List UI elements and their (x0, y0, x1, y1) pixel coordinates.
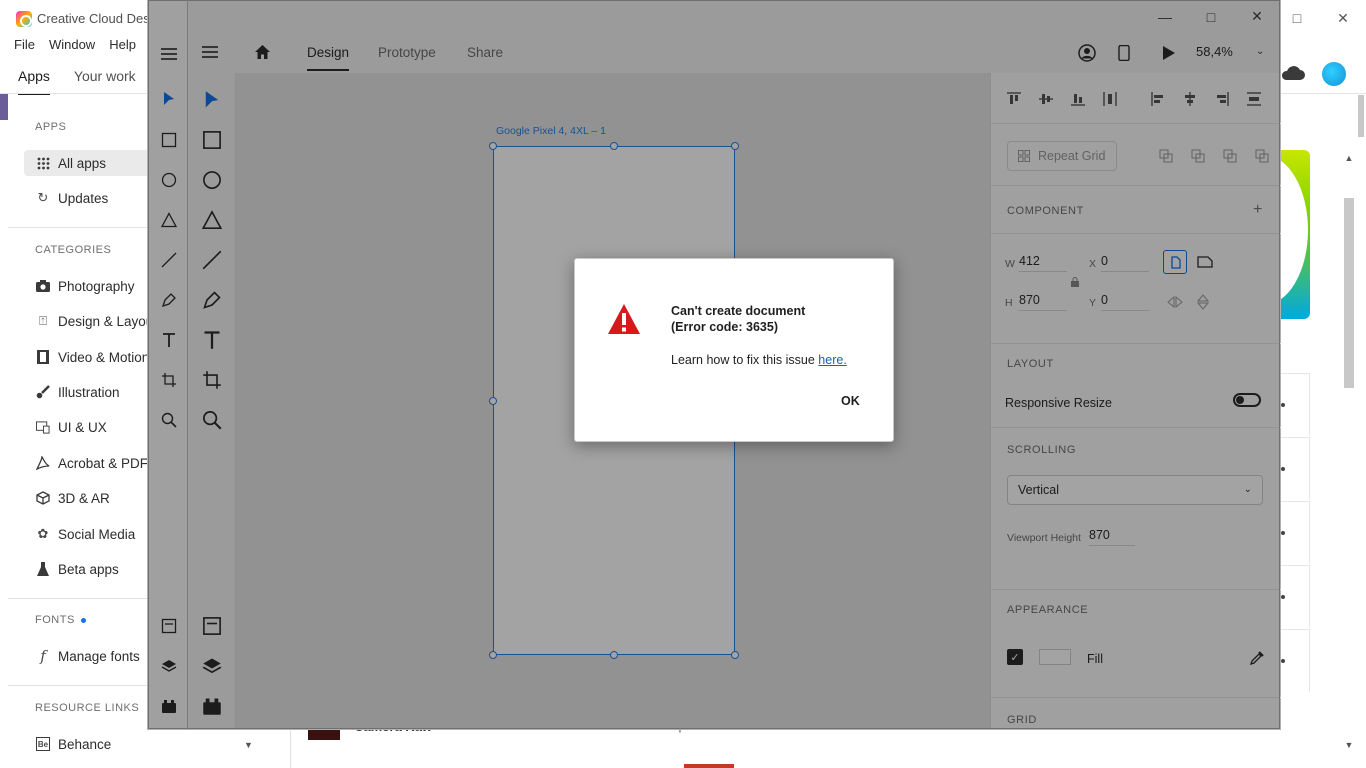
warning-icon (608, 304, 640, 334)
more-icon[interactable] (1281, 467, 1285, 471)
cc-menubar: File Window Help (0, 36, 150, 56)
ok-button[interactable]: OK (841, 394, 860, 408)
social-icon: ✿ (37, 526, 49, 541)
promo-banner[interactable] (1280, 150, 1310, 319)
sidebar-item-label: UI & UX (58, 419, 107, 435)
more-icon[interactable] (1281, 659, 1285, 663)
error-dialog: Can't create document (Error code: 3635)… (574, 258, 894, 442)
acrobat-icon (36, 456, 50, 470)
menu-window[interactable]: Window (49, 36, 109, 56)
help-text-label: Learn how to fix this issue (671, 353, 819, 367)
menu-help[interactable]: Help (109, 36, 150, 56)
avatar[interactable] (1322, 62, 1346, 86)
sidebar-item-label: Social Media (58, 526, 136, 542)
cc-window-title: Creative Cloud Deskt (37, 11, 160, 26)
sidebar-item-label: All apps (58, 155, 107, 171)
sidebar-item-label: Updates (58, 190, 109, 206)
tab-your-work[interactable]: Your work (74, 68, 136, 96)
close-icon[interactable]: ✕ (1320, 0, 1366, 36)
grid-icon (36, 156, 50, 170)
menu-file[interactable]: File (0, 36, 49, 56)
cc-sidebar: APPS All apps ↻ Updates CATEGORIES Photo… (8, 95, 174, 768)
scroll-down-icon[interactable]: ▼ (1344, 740, 1354, 750)
sidebar-item-label: Video & Motion (58, 349, 150, 365)
divider (8, 685, 148, 686)
flask-icon (36, 562, 50, 576)
sidebar-item-label: Design & Layout (58, 313, 158, 329)
more-icon[interactable] (1281, 595, 1285, 599)
cube-icon (36, 491, 50, 505)
fonts-heading-text: FONTS (35, 614, 75, 626)
scrollbar-thumb[interactable] (1358, 95, 1364, 137)
taskbar-indicator (684, 764, 734, 768)
cc-tabs: Apps Your work (18, 68, 136, 96)
sidebar-heading-resource-links: RESOURCE LINKS (35, 702, 140, 714)
creative-cloud-logo-icon (16, 11, 32, 27)
help-text: Learn how to fix this issue here. (671, 353, 847, 367)
dialog-title: Can't create document (671, 304, 806, 318)
sidebar-item-behance[interactable]: Be Behance (24, 731, 174, 757)
divider (8, 598, 148, 599)
refresh-icon: ↻ (37, 190, 49, 205)
error-code: (Error code: 3635) (671, 320, 778, 334)
divider (8, 227, 148, 228)
behance-icon: Be (36, 737, 50, 751)
sidebar-item-label: Manage fonts (58, 648, 140, 664)
tab-apps[interactable]: Apps (18, 68, 50, 96)
sidebar-heading-apps: APPS (35, 121, 67, 133)
scroll-up-icon[interactable]: ▲ (1344, 153, 1354, 163)
help-link[interactable]: here. (818, 353, 847, 367)
sidebar-item-label: Illustration (58, 384, 120, 400)
cloud-icon[interactable] (1280, 63, 1306, 83)
scrollbar[interactable]: ▲ ▼ (1342, 150, 1358, 756)
more-icon[interactable] (1281, 403, 1285, 407)
notification-dot (80, 617, 86, 623)
maximize-icon[interactable]: □ (1274, 0, 1320, 36)
sidebar-heading-fonts: FONTS (35, 614, 86, 626)
more-icon[interactable] (1281, 531, 1285, 535)
font-icon: f (40, 647, 46, 665)
window-edge (148, 0, 188, 729)
sidebar-item-label: 3D & AR (58, 490, 110, 506)
ui-ux-icon (36, 420, 50, 434)
sidebar-item-label: Beta apps (58, 561, 119, 577)
scrollbar-thumb[interactable] (1344, 198, 1354, 388)
camera-icon (36, 279, 50, 293)
design-icon: ⍐ (39, 313, 47, 328)
scrollbar[interactable] (1356, 95, 1366, 140)
film-icon (36, 350, 50, 364)
sidebar-item-label: Photography (58, 278, 135, 294)
sidebar-item-label: Acrobat & PDF (58, 455, 149, 471)
sidebar-item-label: Behance (58, 736, 112, 752)
chevron-down-icon[interactable]: ▼ (244, 740, 253, 750)
window-edge (0, 94, 8, 120)
brush-icon (36, 385, 50, 399)
sidebar-heading-categories: CATEGORIES (35, 244, 112, 256)
